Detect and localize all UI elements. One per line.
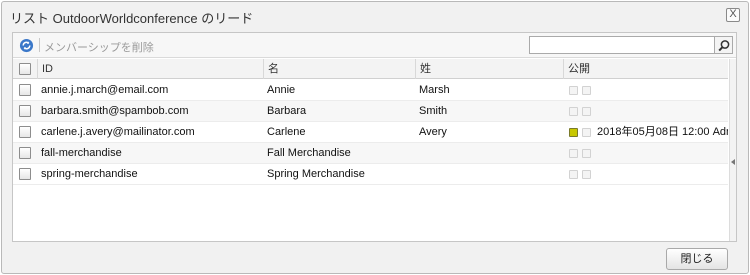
published-status-icon	[569, 107, 578, 116]
close-button[interactable]: 閉じる	[666, 248, 728, 270]
row-checkbox[interactable]	[19, 84, 31, 96]
toolbar: メンバーシップを削除	[13, 33, 736, 58]
cell-first-name: Spring Merchandise	[267, 168, 365, 180]
published-date: 2018年05月08日 12:00 Admin	[597, 126, 728, 138]
cell-id: spring-merchandise	[41, 168, 138, 180]
column-header-first-name[interactable]: 名	[263, 59, 415, 79]
search-button[interactable]	[715, 36, 733, 54]
row-checkbox[interactable]	[19, 147, 31, 159]
remove-membership-button[interactable]: メンバーシップを削除	[44, 39, 154, 55]
published-status-icon	[569, 170, 578, 179]
grid-body: annie.j.march@email.com Annie Marsh barb…	[13, 80, 728, 185]
column-header-published[interactable]: 公開	[563, 59, 728, 79]
cell-id: fall-merchandise	[41, 147, 122, 159]
chevron-left-icon	[731, 159, 735, 165]
select-all-checkbox[interactable]	[19, 63, 31, 75]
cell-first-name: Annie	[267, 84, 296, 96]
refresh-icon[interactable]	[19, 38, 34, 53]
collapse-handle[interactable]	[729, 59, 736, 241]
search-icon	[718, 40, 730, 52]
dialog-title: リスト OutdoorWorldconference のリード	[10, 11, 254, 26]
column-header-last-name[interactable]: 姓	[415, 59, 563, 79]
row-checkbox[interactable]	[19, 105, 31, 117]
cell-id: annie.j.march@email.com	[41, 84, 169, 96]
cell-last-name: Smith	[419, 105, 448, 117]
cell-id: carlene.j.avery@mailinator.com	[41, 126, 195, 138]
dialog: リスト OutdoorWorldconference のリード X メンバーシッ…	[1, 1, 749, 274]
published-toggle[interactable]	[582, 107, 591, 116]
cell-last-name	[415, 143, 563, 164]
leads-panel: メンバーシップを削除 ID 名 姓 公開 annie.j.march@email…	[12, 32, 737, 242]
published-toggle[interactable]	[582, 86, 591, 95]
published-status-icon	[569, 149, 578, 158]
published-status-icon	[569, 128, 578, 137]
cell-id: barbara.smith@spambob.com	[41, 105, 189, 117]
search-input[interactable]	[529, 36, 715, 54]
table-row[interactable]: carlene.j.avery@mailinator.com Carlene A…	[13, 122, 728, 143]
published-toggle[interactable]	[582, 170, 591, 179]
table-row[interactable]: annie.j.march@email.com Annie Marsh	[13, 80, 728, 101]
table-row[interactable]: spring-merchandise Spring Merchandise	[13, 164, 728, 185]
grid-header: ID 名 姓 公開	[13, 59, 728, 79]
cell-last-name: Avery	[419, 126, 447, 138]
cell-last-name: Marsh	[419, 84, 450, 96]
cell-first-name: Barbara	[267, 105, 307, 117]
cell-first-name: Carlene	[267, 126, 306, 138]
row-checkbox[interactable]	[19, 126, 31, 138]
published-status-icon	[569, 86, 578, 95]
published-toggle[interactable]	[582, 128, 591, 137]
published-toggle[interactable]	[582, 149, 591, 158]
cell-first-name: Fall Merchandise	[267, 147, 351, 159]
table-row[interactable]: fall-merchandise Fall Merchandise	[13, 143, 728, 164]
dialog-titlebar: リスト OutdoorWorldconference のリード X	[2, 2, 748, 28]
table-row[interactable]: barbara.smith@spambob.com Barbara Smith	[13, 101, 728, 122]
toolbar-separator	[39, 38, 40, 52]
cell-last-name	[415, 164, 563, 185]
close-icon[interactable]: X	[726, 8, 740, 22]
column-header-id[interactable]: ID	[37, 59, 263, 79]
row-checkbox[interactable]	[19, 168, 31, 180]
